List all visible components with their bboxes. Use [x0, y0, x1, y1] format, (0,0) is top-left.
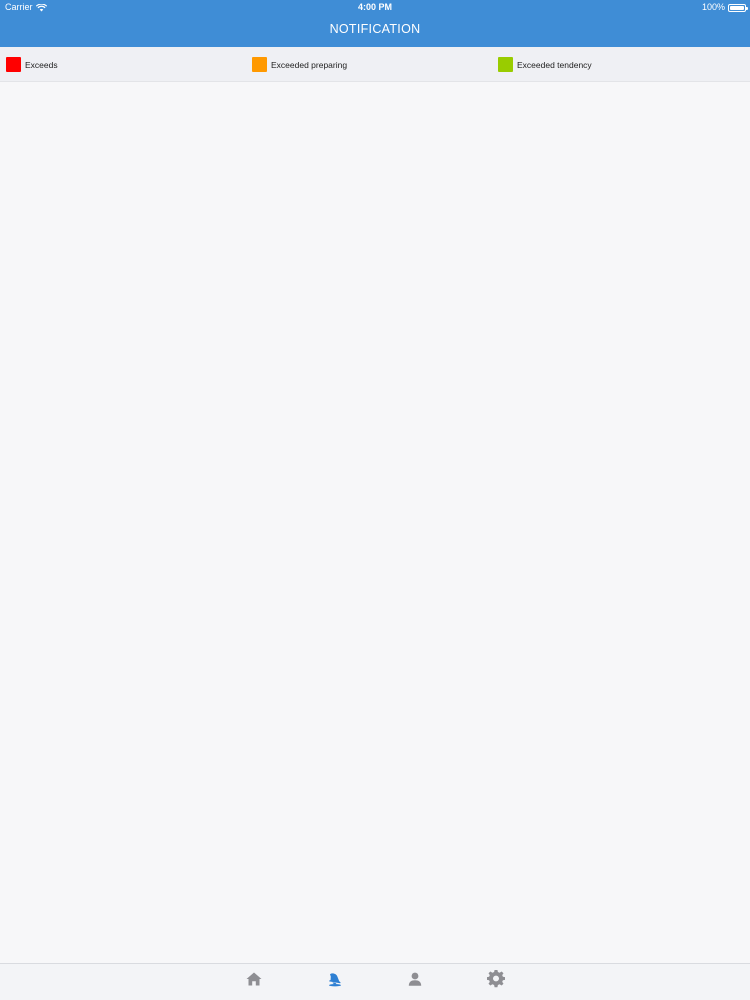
- battery-icon: [728, 3, 748, 12]
- legend-label-exceeded-preparing: Exceeded preparing: [271, 59, 348, 70]
- user-icon: [408, 972, 422, 986]
- legend-label-exceeds: Exceeds: [25, 59, 58, 70]
- status-time: 4:00 PM: [357, 2, 392, 12]
- legend-swatch-exceeded-preparing: [252, 57, 267, 72]
- top-bar: Carrier 4:00 PM 100% NOTIFICATION: [0, 0, 750, 47]
- tab-home[interactable]: [239, 964, 269, 994]
- battery-percentage: 100%: [701, 2, 725, 12]
- tab-profile[interactable]: [400, 964, 430, 994]
- tab-notification[interactable]: [319, 964, 349, 994]
- notification-screen: Carrier 4:00 PM 100% NOTIFICATION Exceed…: [0, 0, 750, 1000]
- legend-swatch-exceeded-tendency: [498, 57, 513, 72]
- legend-item-exceeds: Exceeds: [6, 47, 58, 82]
- legend-item-exceeded-preparing: Exceeded preparing: [252, 47, 347, 82]
- tab-bar: [0, 963, 750, 1000]
- bell-icon: [328, 972, 341, 986]
- tab-settings[interactable]: [481, 964, 511, 994]
- status-right: 100%: [701, 0, 748, 15]
- status-bar: Carrier 4:00 PM 100%: [0, 0, 750, 15]
- legend-label-exceeded-tendency: Exceeded tendency: [517, 59, 592, 70]
- gear-icon: [487, 970, 505, 988]
- legend-item-exceeded-tendency: Exceeded tendency: [498, 47, 592, 82]
- legend-bar: Exceeds Exceeded preparing Exceeded tend…: [0, 47, 750, 82]
- home-icon: [246, 972, 262, 986]
- page-title: NOTIFICATION: [329, 22, 421, 36]
- notification-list[interactable]: [0, 82, 750, 963]
- legend-swatch-exceeds: [6, 57, 21, 72]
